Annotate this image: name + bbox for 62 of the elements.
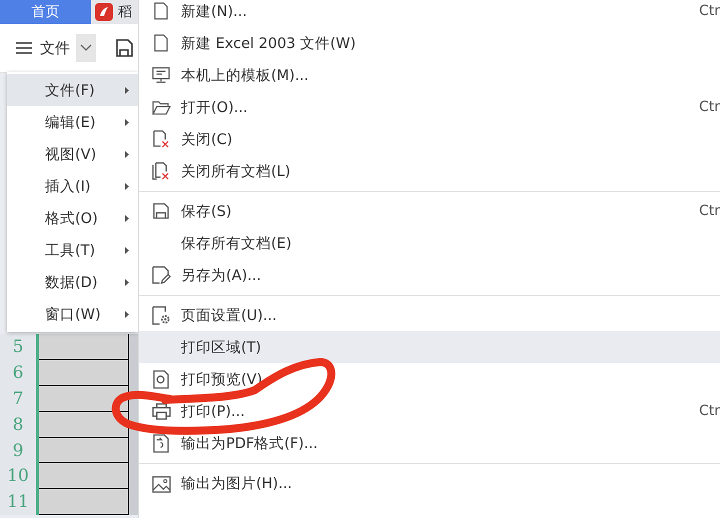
menu-item[interactable]: 打印(P)... Ctr: [139, 395, 720, 427]
submenu-arrow-icon: [125, 247, 129, 254]
save-icon[interactable]: [114, 38, 134, 58]
export-icon: [152, 434, 170, 452]
menu-item[interactable]: 本机上的模板(M)...: [139, 59, 720, 91]
row-number: 8: [0, 412, 39, 438]
file-menu-button[interactable]: 文件: [16, 38, 70, 58]
document-icon: [154, 34, 168, 52]
tab[interactable]: 稻: [91, 0, 138, 24]
print-preview-icon: [152, 370, 170, 388]
menu-item[interactable]: 新建(N)... Ctr: [139, 0, 720, 27]
menu-item[interactable]: 页面设置(U)...: [139, 299, 720, 331]
shortcut-text: Ctr: [699, 203, 720, 219]
menu-item[interactable]: 保存(S) Ctr: [139, 195, 720, 227]
dropdown-button[interactable]: [76, 34, 96, 62]
menu-item[interactable]: 输出为PDF格式(F)...: [139, 427, 720, 459]
menu-item[interactable]: 文件(F): [7, 74, 138, 106]
save-as-icon: [152, 266, 170, 284]
menu-item[interactable]: 关闭所有文档(L): [139, 155, 720, 187]
submenu-arrow-icon: [125, 151, 129, 158]
submenu-arrow-icon: [125, 279, 129, 286]
chevron-down-icon: [80, 44, 92, 52]
page-settings-icon: [152, 306, 170, 324]
image-icon: [152, 474, 170, 492]
save-icon: [153, 203, 169, 219]
row-number: 6: [0, 360, 39, 386]
document-icon: [154, 2, 168, 20]
menu-item[interactable]: 插入(I): [7, 170, 138, 202]
submenu-arrow-icon: [125, 87, 129, 94]
tab[interactable]: 首页: [0, 0, 91, 24]
submenu-arrow-icon: [125, 119, 129, 126]
monitor-icon: [152, 66, 170, 84]
menu-item[interactable]: 视图(V): [7, 138, 138, 170]
row-number: 11: [0, 489, 39, 515]
menu-item[interactable]: 新建 Excel 2003 文件(W): [139, 27, 720, 59]
submenu-arrow-icon: [125, 215, 129, 222]
submenu-arrow-icon: [125, 183, 129, 190]
close-document-icon: [152, 130, 170, 148]
menu-item[interactable]: 打印区域(T): [139, 331, 720, 363]
row-number: 7: [0, 386, 39, 412]
row-number: 10: [0, 463, 39, 490]
menu-item[interactable]: 工具(T): [7, 234, 138, 266]
row-number: 9: [0, 438, 39, 464]
shortcut-text: Ctr: [699, 99, 720, 115]
menu-item[interactable]: 编辑(E): [7, 106, 138, 138]
menu-item[interactable]: 另存为(A)...: [139, 259, 720, 291]
menu-item[interactable]: 数据(D): [7, 266, 138, 298]
menu-item[interactable]: 保存所有文档(E): [139, 227, 720, 259]
printer-icon: [152, 402, 170, 420]
shortcut-text: Ctr: [699, 3, 720, 19]
close-documents-icon: [152, 162, 170, 180]
logo-icon: [95, 3, 113, 21]
menu-item[interactable]: 打开(O)... Ctr: [139, 91, 720, 123]
shortcut-text: Ctr: [699, 403, 720, 419]
menu-item[interactable]: 输出为图片(H)...: [139, 467, 720, 499]
submenu-arrow-icon: [125, 311, 129, 318]
menu-item[interactable]: 关闭(C): [139, 123, 720, 155]
menu-item[interactable]: 格式(O): [7, 202, 138, 234]
menu-icon: [16, 42, 32, 54]
folder-icon: [152, 100, 170, 114]
menu-item[interactable]: 窗口(W): [7, 298, 138, 330]
row-number: 5: [0, 334, 39, 360]
